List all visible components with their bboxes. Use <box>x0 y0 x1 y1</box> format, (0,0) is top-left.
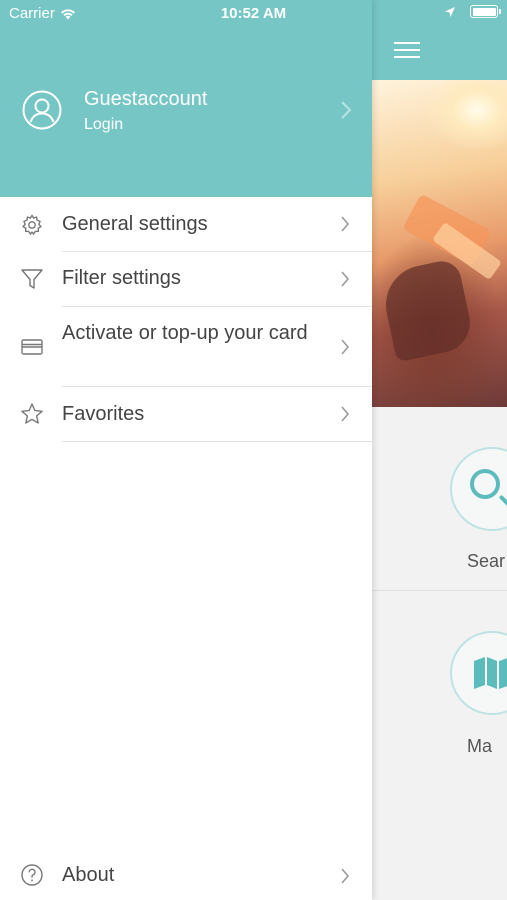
map-tile-label: Ma <box>467 736 493 756</box>
gear-icon <box>22 214 42 236</box>
menu-item-label: General settings <box>62 213 208 235</box>
account-header[interactable]: Guestaccount Login <box>0 0 372 197</box>
hamburger-menu-icon[interactable] <box>394 42 420 60</box>
chevron-right-icon <box>341 271 350 287</box>
chevron-right-icon <box>341 406 350 422</box>
menu-item-general-settings[interactable]: General settings <box>0 197 372 252</box>
tile-divider <box>372 590 507 591</box>
card-icon <box>21 339 43 355</box>
menu-item-about[interactable]: About <box>0 852 372 900</box>
menu-item-activate-card[interactable]: Activate or top-up your card <box>0 307 372 387</box>
menu-item-label: Activate or top-up your card <box>62 322 308 344</box>
location-arrow-icon <box>445 6 455 17</box>
login-link[interactable]: Login <box>84 116 123 134</box>
search-tile-label: Sear <box>467 551 506 571</box>
battery-icon <box>470 5 501 18</box>
hero-image <box>372 80 507 407</box>
filter-icon <box>21 269 43 289</box>
search-icon <box>470 469 500 499</box>
map-tile-button[interactable] <box>450 631 507 715</box>
chevron-right-icon <box>341 216 350 232</box>
divider <box>62 441 372 442</box>
star-icon <box>21 403 43 424</box>
menu-item-favorites[interactable]: Favorites <box>0 387 372 442</box>
map-icon <box>474 657 507 689</box>
help-icon <box>21 864 43 886</box>
status-bar: Carrier 10:52 AM <box>0 0 507 28</box>
search-tile-button[interactable] <box>450 447 507 531</box>
user-avatar-icon <box>22 90 62 130</box>
menu-item-label: Favorites <box>62 403 145 425</box>
chevron-right-icon <box>341 101 352 119</box>
chevron-right-icon <box>341 339 350 355</box>
account-name: Guestaccount <box>84 88 208 110</box>
menu-item-label: Filter settings <box>62 267 181 289</box>
menu-item-label: About <box>62 864 115 886</box>
chevron-right-icon <box>341 868 350 884</box>
menu-item-filter-settings[interactable]: Filter settings <box>0 252 372 307</box>
navigation-drawer: Guestaccount Login General settings Filt… <box>0 0 372 900</box>
main-panel: Sear Ma <box>372 0 507 900</box>
clock: 10:52 AM <box>220 5 287 22</box>
